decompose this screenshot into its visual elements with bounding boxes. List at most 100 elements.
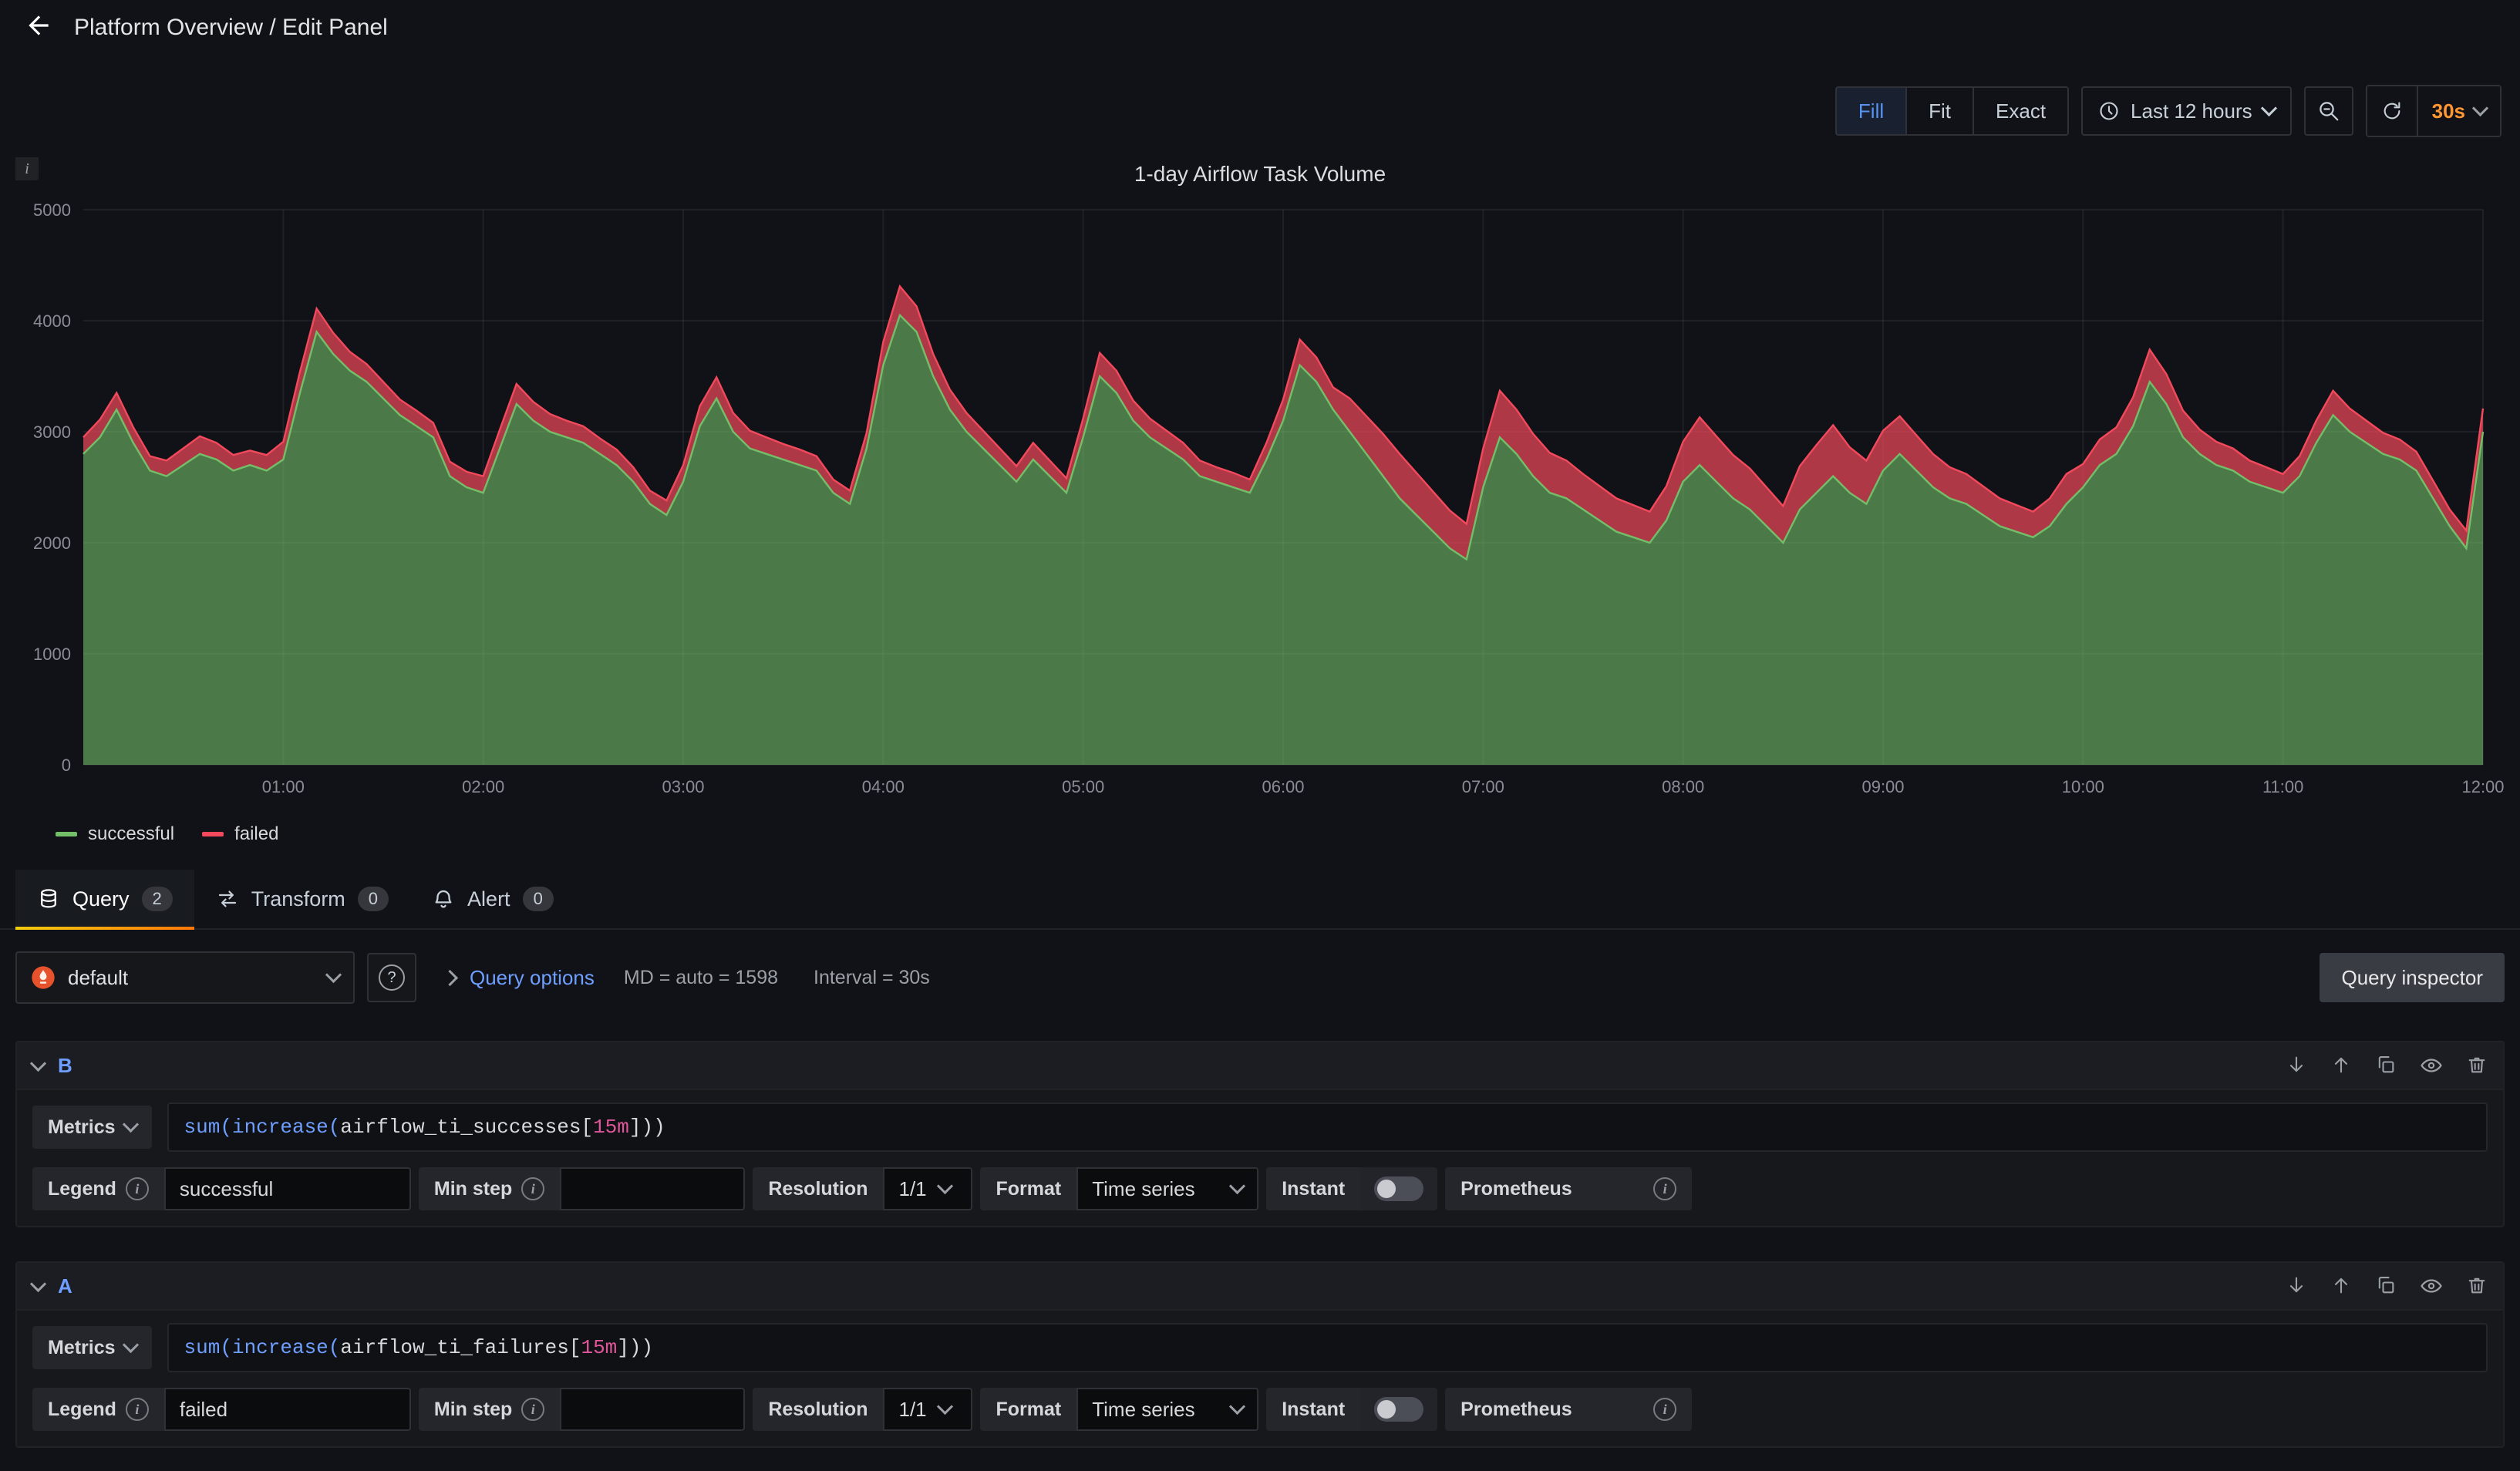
move-query-down-icon[interactable] — [2286, 1054, 2307, 1077]
tab-query[interactable]: Query 2 — [15, 870, 194, 928]
remove-query-icon[interactable] — [2466, 1054, 2488, 1077]
legend-label-successful: successful — [88, 823, 174, 845]
display-mode-fill[interactable]: Fill — [1837, 88, 1905, 134]
chart-legend: successful failed — [15, 817, 2505, 857]
format-select[interactable]: Time series — [1076, 1167, 1258, 1210]
svg-text:05:00: 05:00 — [1062, 777, 1104, 796]
query-row-a: A Metrics sum(increase(airflow_ti_failur… — [15, 1261, 2505, 1448]
interval-text: Interval = 30s — [814, 967, 930, 989]
hide-query-icon[interactable] — [2420, 1274, 2443, 1298]
exemplars-option: Prometheus i — [1445, 1388, 1692, 1431]
instant-label: Instant — [1282, 1399, 1345, 1421]
min-step-option: Min step i — [419, 1388, 560, 1431]
format-option: Format — [980, 1388, 1076, 1431]
min-step-option: Min step i — [419, 1167, 560, 1210]
resolution-option: Resolution — [753, 1388, 883, 1431]
info-circle-icon[interactable]: i — [1653, 1177, 1676, 1200]
chevron-down-icon — [325, 966, 342, 982]
promql-expression-input[interactable]: sum(increase(airflow_ti_failures[15m])) — [167, 1323, 2488, 1372]
info-circle-icon[interactable]: i — [521, 1398, 544, 1421]
display-mode-group: Fill Fit Exact — [1835, 86, 2069, 136]
panel-info-icon[interactable]: i — [15, 157, 39, 180]
display-mode-fit[interactable]: Fit — [1905, 88, 1973, 134]
move-query-up-icon[interactable] — [2330, 1054, 2352, 1077]
legend-item-successful[interactable]: successful — [56, 823, 174, 845]
tab-transform-count: 0 — [358, 887, 389, 911]
instant-option: Instant — [1266, 1388, 1360, 1431]
metrics-label: Metrics — [48, 1337, 116, 1359]
duplicate-query-icon[interactable] — [2375, 1274, 2397, 1298]
chevron-down-icon — [2261, 99, 2277, 116]
collapse-chevron-icon[interactable] — [30, 1275, 46, 1291]
hide-query-icon[interactable] — [2420, 1054, 2443, 1077]
chart-panel: i 1-day Airflow Task Volume 010002000300… — [15, 157, 2505, 857]
query-b-header: B — [17, 1042, 2503, 1090]
chevron-right-icon — [442, 969, 458, 985]
svg-text:0: 0 — [62, 756, 71, 775]
info-circle-icon[interactable]: i — [521, 1177, 544, 1200]
chevron-down-icon — [2472, 99, 2488, 116]
legend-input[interactable] — [164, 1388, 411, 1431]
svg-text:5000: 5000 — [33, 200, 71, 220]
query-ref-label: B — [58, 1054, 72, 1078]
min-step-label: Min step — [434, 1399, 512, 1421]
panel-title: 1-day Airflow Task Volume — [15, 157, 2505, 194]
info-circle-icon[interactable]: i — [126, 1177, 149, 1200]
tab-transform[interactable]: Transform 0 — [194, 870, 410, 928]
resolution-select[interactable]: 1/1 — [883, 1167, 972, 1210]
magnifier-minus-icon — [2317, 99, 2340, 123]
collapse-chevron-icon[interactable] — [30, 1055, 46, 1071]
time-range-label: Last 12 hours — [2131, 99, 2252, 123]
svg-text:07:00: 07:00 — [1462, 777, 1504, 796]
back-button[interactable] — [15, 5, 62, 51]
query-a-options-row: Legend i Min step i Resolution 1/1 Forma… — [17, 1378, 2503, 1446]
instant-toggle[interactable] — [1374, 1397, 1423, 1422]
resolution-value: 1/1 — [898, 1398, 926, 1422]
metrics-label: Metrics — [48, 1116, 116, 1139]
min-step-label: Min step — [434, 1178, 512, 1200]
clock-icon — [2098, 100, 2120, 122]
min-step-input[interactable] — [560, 1388, 745, 1431]
tab-alert[interactable]: Alert 0 — [410, 870, 575, 928]
refresh-interval-dropdown[interactable]: 30s — [2417, 86, 2500, 136]
query-options-toggle[interactable]: Query options MD = auto = 1598 Interval … — [444, 966, 930, 990]
min-step-input[interactable] — [560, 1167, 745, 1210]
time-series-chart[interactable]: 01000200030004000500001:0002:0003:0004:0… — [15, 194, 2505, 811]
info-circle-icon[interactable]: i — [126, 1398, 149, 1421]
legend-color-failed — [202, 832, 224, 836]
chevron-down-icon — [122, 1336, 138, 1352]
query-row-b: B Metrics sum(increase(airflow_ti_succes… — [15, 1041, 2505, 1227]
bell-icon — [432, 887, 455, 911]
resolution-label: Resolution — [768, 1178, 868, 1200]
query-a-actions — [2286, 1274, 2488, 1298]
refresh-icon — [2381, 100, 2403, 122]
display-mode-exact[interactable]: Exact — [1973, 88, 2067, 134]
svg-text:10:00: 10:00 — [2062, 777, 2104, 796]
metrics-dropdown[interactable]: Metrics — [32, 1106, 152, 1149]
svg-text:2000: 2000 — [33, 534, 71, 553]
promql-expression-input[interactable]: sum(increase(airflow_ti_successes[15m])) — [167, 1102, 2488, 1152]
format-select[interactable]: Time series — [1076, 1388, 1258, 1431]
datasource-picker[interactable]: default — [15, 951, 355, 1004]
svg-text:1000: 1000 — [33, 645, 71, 664]
legend-input[interactable] — [164, 1167, 411, 1210]
duplicate-query-icon[interactable] — [2375, 1054, 2397, 1077]
tab-query-label: Query — [72, 887, 130, 911]
move-query-up-icon[interactable] — [2330, 1274, 2352, 1298]
datasource-help-button[interactable]: ? — [367, 953, 416, 1002]
legend-option: Legend i — [32, 1388, 164, 1431]
remove-query-icon[interactable] — [2466, 1274, 2488, 1298]
resolution-select[interactable]: 1/1 — [883, 1388, 972, 1431]
metrics-dropdown[interactable]: Metrics — [32, 1326, 152, 1369]
legend-item-failed[interactable]: failed — [202, 823, 278, 845]
format-option: Format — [980, 1167, 1076, 1210]
instant-toggle[interactable] — [1374, 1176, 1423, 1201]
move-query-down-icon[interactable] — [2286, 1274, 2307, 1298]
zoom-out-button[interactable] — [2304, 86, 2353, 136]
time-range-picker[interactable]: Last 12 hours — [2081, 86, 2292, 136]
svg-text:11:00: 11:00 — [2262, 777, 2303, 796]
refresh-button[interactable] — [2367, 86, 2417, 136]
info-circle-icon[interactable]: i — [1653, 1398, 1676, 1421]
query-inspector-button[interactable]: Query inspector — [2320, 953, 2505, 1002]
svg-text:08:00: 08:00 — [1662, 777, 1704, 796]
